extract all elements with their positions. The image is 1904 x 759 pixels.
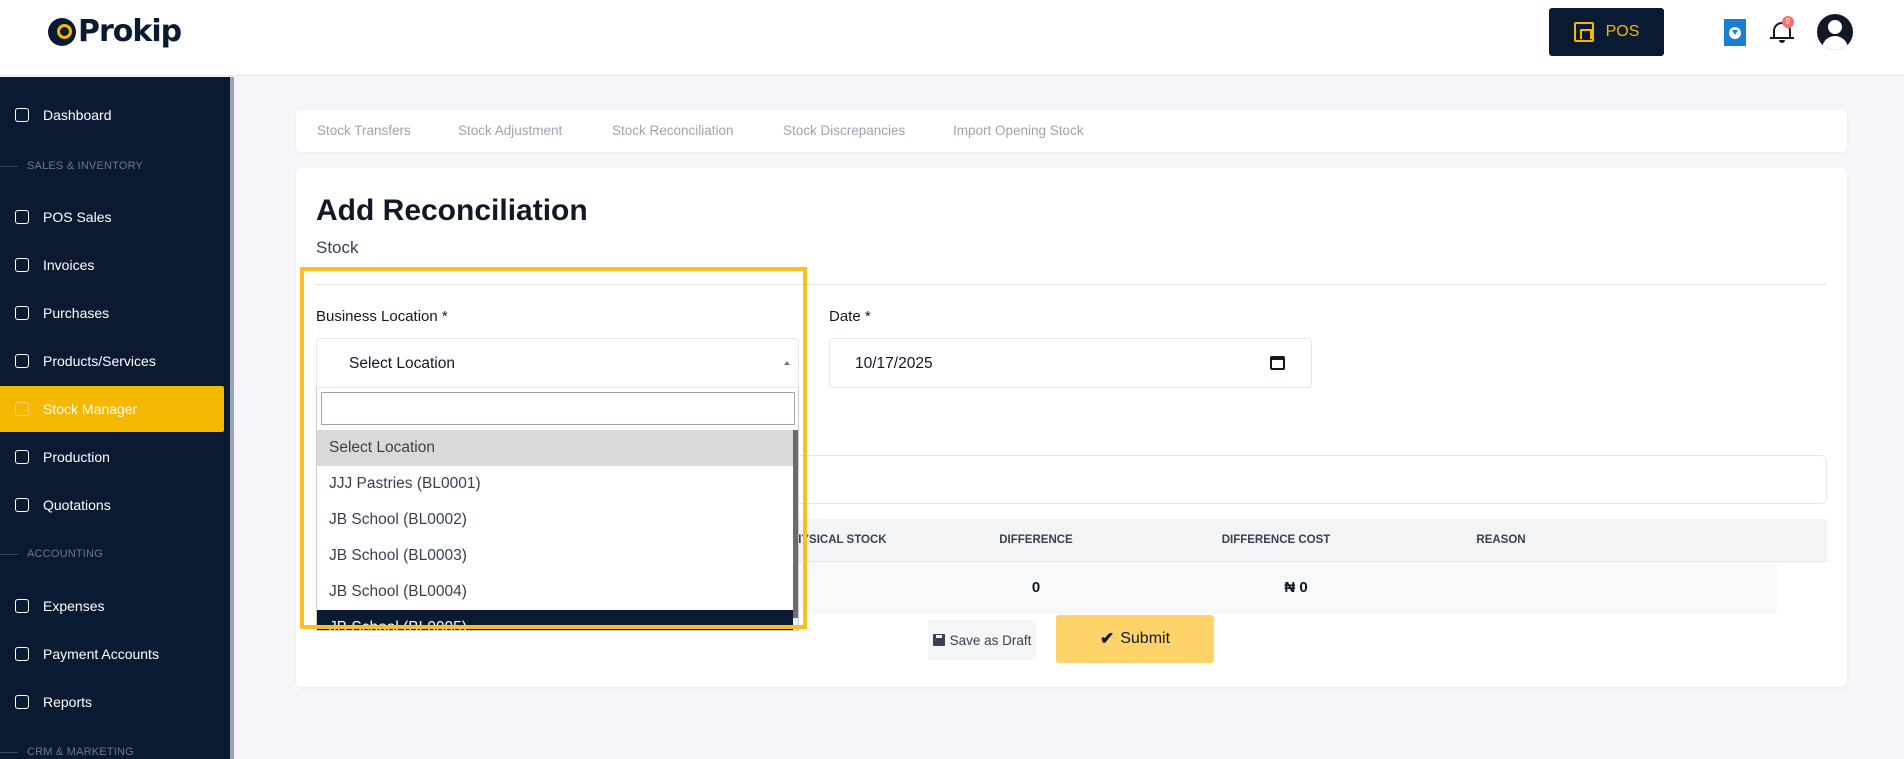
cube-icon (15, 354, 29, 368)
sidebar-item-expenses[interactable]: Expenses (0, 583, 224, 629)
pos-button-label: POS (1605, 23, 1640, 40)
sidebar-item-invoices[interactable]: Invoices (0, 242, 224, 288)
notification-badge: 9 (1782, 16, 1794, 28)
check-icon: ✔ (1099, 629, 1115, 648)
box-icon (15, 306, 29, 320)
tab-stock-discrepancies[interactable]: Stock Discrepancies (783, 110, 905, 152)
caret-up-icon (784, 361, 790, 365)
invoice-icon (15, 258, 29, 272)
pie-icon (15, 599, 29, 613)
tab-stock-transfers[interactable]: Stock Transfers (317, 110, 411, 152)
sidebar-item-label: Purchases (43, 305, 110, 321)
dropdown-option[interactable]: JJJ Pastries (BL0001) (317, 466, 793, 502)
sidebar-item-reports[interactable]: Reports (0, 679, 224, 725)
sidebar-item-production[interactable]: Production (0, 434, 224, 480)
sidebar-item-label: Products/Services (43, 353, 156, 369)
sidebar-item-label: Dashboard (43, 107, 112, 123)
tab-stock-reconciliation[interactable]: Stock Reconciliation (612, 110, 734, 152)
folder-icon (15, 402, 29, 416)
dropdown-option[interactable]: JB School (BL0002) (317, 502, 793, 538)
logo[interactable]: Prokip (48, 14, 182, 49)
difference-cost-value: ₦ 0 (1284, 579, 1308, 596)
factory-icon (15, 450, 29, 464)
save-icon (932, 634, 945, 646)
dropdown-option[interactable]: JB School (BL0003) (317, 538, 793, 574)
wallet-icon (15, 647, 29, 661)
store-icon (1573, 22, 1594, 42)
download-icon[interactable] (1724, 19, 1746, 46)
business-location-value: Select Location (349, 355, 455, 372)
dropdown-scrollbar-thumb[interactable] (793, 430, 798, 618)
sidebar-item-pos-sales[interactable]: POS Sales (0, 194, 224, 240)
save-as-draft-button[interactable]: Save as Draft (928, 620, 1036, 660)
sidebar-item-payment-accounts[interactable]: Payment Accounts (0, 631, 224, 677)
sidebar-item-products-services[interactable]: Products/Services (0, 338, 224, 384)
pos-button[interactable]: POS (1549, 8, 1664, 56)
logo-mark-icon (48, 17, 76, 46)
sidebar-item-label: Reports (43, 694, 93, 710)
calendar-icon[interactable] (1270, 356, 1285, 370)
top-bar: Prokip POS 9 (0, 0, 1904, 76)
date-field[interactable]: 10/17/2025 (829, 338, 1312, 388)
sidebar-item-dashboard[interactable]: Dashboard (0, 92, 224, 138)
sidebar-section-crm-marketing: CRM & MARKETING (0, 743, 224, 759)
sidebar-item-quotations[interactable]: Quotations (0, 482, 224, 528)
page-subtitle: Stock (316, 238, 359, 257)
home-icon (15, 108, 29, 122)
submit-button[interactable]: ✔ Submit (1056, 615, 1214, 663)
divider (316, 284, 1827, 285)
dropdown-option[interactable]: JB School (BL0004) (317, 574, 793, 610)
sidebar-item-label: Quotations (43, 497, 111, 513)
sidebar-item-stock-manager[interactable]: Stock Manager (0, 386, 224, 432)
user-avatar-icon[interactable] (1817, 14, 1853, 50)
sidebar-item-label: Production (43, 449, 110, 465)
sidebar-item-label: Invoices (43, 257, 95, 273)
page-title: Add Reconciliation (316, 194, 588, 227)
column-header-reason: REASON (1476, 534, 1526, 546)
presentation-icon (15, 695, 29, 709)
logo-text: Prokip (78, 14, 182, 49)
submit-label: Submit (1120, 630, 1171, 647)
sidebar: Dashboard SALES & INVENTORY POS Sales In… (0, 77, 234, 759)
dropdown-scrollbar[interactable] (793, 430, 798, 630)
business-location-label: Business Location * (316, 308, 448, 325)
dropdown-option[interactable]: JB School (BL0005) (317, 610, 793, 630)
dropdown-search-input[interactable] (321, 392, 795, 425)
sidebar-item-label: Payment Accounts (43, 646, 159, 662)
column-header-difference-cost: DIFFERENCE COST (1221, 534, 1331, 546)
sidebar-item-label: Stock Manager (43, 401, 138, 417)
stock-tabs: Stock Transfers Stock Adjustment Stock R… (296, 110, 1847, 152)
bell-icon[interactable]: 9 (1770, 16, 1794, 44)
sidebar-section-accounting: ACCOUNTING (0, 545, 224, 563)
tab-stock-adjustment[interactable]: Stock Adjustment (458, 110, 562, 152)
save-as-draft-label: Save as Draft (949, 632, 1032, 648)
sidebar-item-purchases[interactable]: Purchases (0, 290, 224, 336)
sidebar-section-sales-inventory: SALES & INVENTORY (0, 157, 224, 175)
quote-icon (15, 498, 29, 512)
date-label: Date * (829, 308, 871, 325)
difference-value: 0 (1031, 579, 1041, 596)
business-location-select[interactable]: Select Location (316, 338, 799, 388)
location-dropdown: Select Location JJJ Pastries (BL0001) JB… (316, 388, 799, 631)
sidebar-item-label: POS Sales (43, 209, 112, 225)
column-header-difference: DIFFERENCE (999, 534, 1073, 546)
dropdown-option[interactable]: Select Location (317, 430, 793, 466)
sidebar-item-label: Expenses (43, 598, 105, 614)
tab-import-opening-stock[interactable]: Import Opening Stock (953, 110, 1084, 152)
dropdown-options-list: Select Location JJJ Pastries (BL0001) JB… (317, 430, 793, 630)
basket-icon (15, 210, 29, 224)
date-value: 10/17/2025 (855, 355, 933, 372)
